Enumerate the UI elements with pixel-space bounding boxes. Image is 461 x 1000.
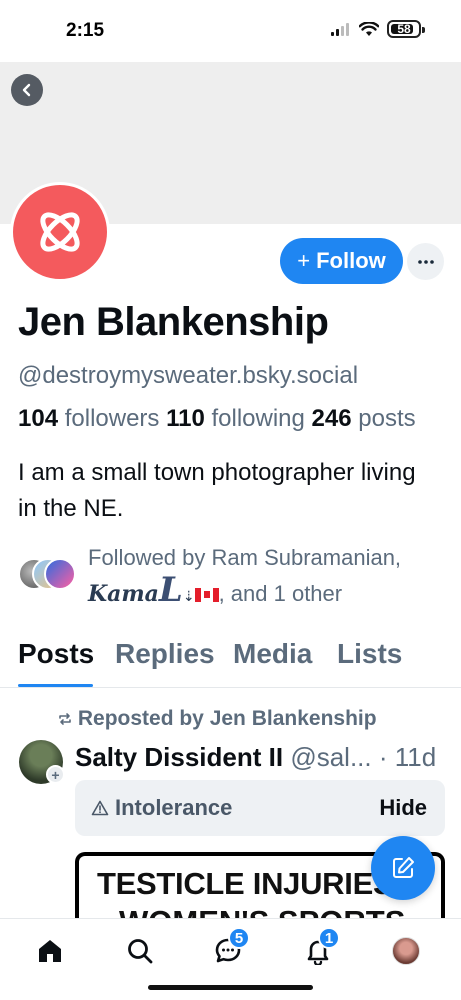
repost-icon xyxy=(59,713,71,725)
plus-icon: + xyxy=(297,248,311,273)
atom-logo-icon xyxy=(40,212,80,252)
notifications-badge: 1 xyxy=(318,927,340,949)
profile-stats: 104 followers 110 following 246 posts xyxy=(18,405,416,433)
compose-icon xyxy=(393,857,414,878)
content-warning-text: Intolerance xyxy=(115,795,233,820)
profile-tabs: Posts Replies Media Lists xyxy=(0,632,461,688)
more-options-button[interactable] xyxy=(407,243,444,280)
follow-button-label: Follow xyxy=(316,248,386,273)
follow-button[interactable]: + Follow xyxy=(280,238,403,284)
profile-avatar[interactable] xyxy=(10,182,110,282)
content-warning[interactable]: Intolerance Hide xyxy=(75,780,445,836)
warning-icon xyxy=(91,800,109,816)
post-image-text-line1: TESTICLE INJURIES xyxy=(97,866,394,901)
tab-posts[interactable]: Posts xyxy=(18,638,94,670)
followed-by-suffix: , and 1 other xyxy=(218,581,343,606)
hide-button[interactable]: Hide xyxy=(379,795,427,821)
following-link[interactable]: 110 following xyxy=(166,405,305,432)
post-author-name[interactable]: Salty Dissident II xyxy=(75,742,283,772)
posts-label: posts xyxy=(358,405,416,432)
chat-badge: 5 xyxy=(228,927,250,949)
nav-notifications[interactable]: 1 xyxy=(298,927,340,971)
avatar xyxy=(392,937,420,965)
nav-search[interactable] xyxy=(120,931,160,971)
down-arrow-icon: ⇣ xyxy=(182,588,195,604)
battery-level: 58 xyxy=(397,22,411,36)
search-icon xyxy=(128,939,153,964)
wifi-icon xyxy=(359,21,379,36)
followed-by-row[interactable]: Followed by Ram Subramanian, KamaL⇣ , and… xyxy=(18,542,448,607)
active-tab-indicator xyxy=(18,684,93,687)
posts-count: 246 xyxy=(311,405,352,432)
followers-link[interactable]: 104 followers xyxy=(18,405,159,432)
following-label: following xyxy=(211,405,305,432)
followed-by-kamal-name: Kama xyxy=(88,581,159,607)
following-count: 110 xyxy=(166,405,205,432)
display-name: Jen Blankenship xyxy=(18,300,329,344)
repost-text: Reposted by Jen Blankenship xyxy=(77,707,377,730)
battery-icon: 58 xyxy=(387,20,425,38)
follow-author-plus-icon[interactable]: + xyxy=(46,765,65,784)
tab-lists[interactable]: Lists xyxy=(337,638,402,670)
followers-count: 104 xyxy=(18,405,59,432)
followed-by-text: Followed by Ram Subramanian, KamaL⇣ , and… xyxy=(88,542,401,612)
profile-handle: @destroymysweater.bsky.social xyxy=(18,362,359,389)
nav-home[interactable] xyxy=(30,931,70,971)
followed-by-prefix: Followed by Ram Subramanian, xyxy=(88,545,402,570)
tab-replies[interactable]: Replies xyxy=(115,638,215,670)
repost-indicator[interactable]: Reposted by Jen Blankenship xyxy=(58,707,377,731)
back-button[interactable] xyxy=(11,74,43,106)
nav-chat[interactable]: 5 xyxy=(208,927,250,971)
home-icon xyxy=(39,940,61,962)
followers-label: followers xyxy=(64,405,160,432)
followed-by-avatars xyxy=(18,558,80,590)
status-bar: 2:15 58 xyxy=(0,0,461,62)
post-header: Salty Dissident II @sal... · 11d xyxy=(75,742,455,776)
back-icon xyxy=(22,83,31,97)
compose-button[interactable] xyxy=(371,836,435,900)
ellipsis-icon xyxy=(417,259,434,264)
profile-bio: I am a small town photographer living in… xyxy=(18,459,416,522)
home-indicator xyxy=(148,985,313,990)
status-time: 2:15 xyxy=(66,20,105,41)
tab-media[interactable]: Media xyxy=(233,638,312,670)
avatar xyxy=(44,558,76,590)
post-time[interactable]: · 11d xyxy=(379,742,436,772)
followed-by-kamal-letter: L xyxy=(158,570,183,610)
post-author-handle[interactable]: @sal... xyxy=(290,742,371,772)
canada-flag-icon xyxy=(194,588,219,602)
content-warning-label: Intolerance xyxy=(91,795,232,821)
cellular-signal-icon xyxy=(331,23,349,36)
nav-profile[interactable] xyxy=(386,931,426,971)
status-icons: 58 xyxy=(331,20,425,38)
